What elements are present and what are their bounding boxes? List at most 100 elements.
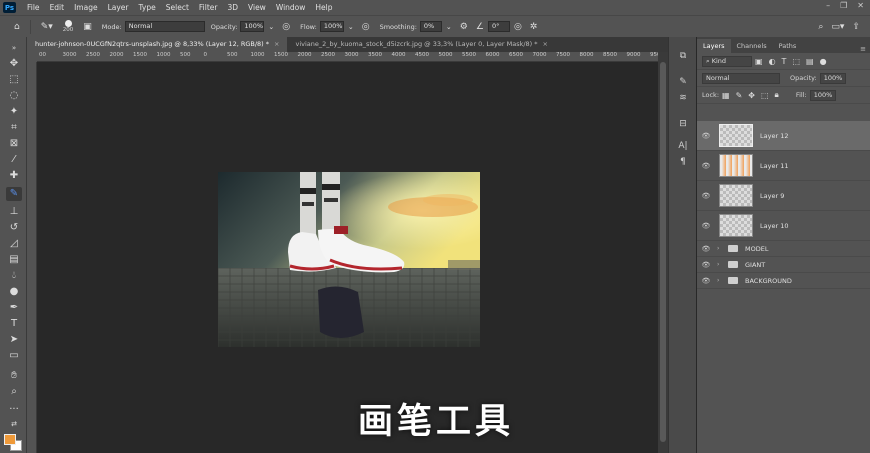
tab-channels[interactable]: Channels <box>731 39 773 53</box>
layer-row-layer-12[interactable]: 👁︎ Layer 12 <box>697 121 870 151</box>
menu-layer[interactable]: Layer <box>103 3 134 12</box>
brush-tool-preset-icon[interactable]: ✎▾ <box>41 22 53 32</box>
menu-select[interactable]: Select <box>161 3 194 12</box>
vertical-scrollbar[interactable] <box>658 52 668 453</box>
dodge-tool-icon[interactable]: ● <box>6 285 22 299</box>
mode-select[interactable]: Normal <box>124 21 205 32</box>
brushes-icon[interactable]: ≋ <box>676 93 690 106</box>
chevron-right-icon[interactable]: › <box>717 245 723 252</box>
smoothing-field[interactable]: 0% <box>419 21 442 32</box>
more-tools-icon[interactable]: ··· <box>6 403 22 417</box>
menu-window[interactable]: Window <box>271 3 311 12</box>
share-icon[interactable]: ⇪ <box>852 22 860 32</box>
symmetry-icon[interactable]: ✲ <box>530 22 538 32</box>
eraser-tool-icon[interactable]: ◿ <box>6 237 22 251</box>
brush-tool-icon[interactable]: ✎ <box>6 187 22 201</box>
blend-mode-select[interactable]: Normal <box>702 72 780 84</box>
dropdown-icon[interactable]: ⌄ <box>348 23 354 31</box>
blur-tool-icon[interactable]: 💧︎ <box>6 269 22 283</box>
swap-colors-icon[interactable]: ⇄ <box>6 417 22 431</box>
tab-hunter-johnson[interactable]: hunter-johnson-0UCGfN2qtrs-unsplash.jpg … <box>27 37 288 52</box>
collapse-icon[interactable]: » <box>6 41 22 55</box>
chevron-right-icon[interactable]: › <box>717 261 723 268</box>
learn-icon[interactable]: ⧉ <box>676 51 690 64</box>
angle-field[interactable]: 0° <box>487 21 510 32</box>
path-select-tool-icon[interactable]: ➤ <box>6 333 22 347</box>
filter-type-icon[interactable]: T <box>782 57 787 66</box>
pressure-size-icon[interactable]: ◎ <box>514 22 522 32</box>
brush-settings-icon[interactable]: ✎ <box>676 77 690 90</box>
lock-pixels-icon[interactable]: ✎ <box>736 91 743 100</box>
gradient-tool-icon[interactable]: ▤ <box>6 253 22 267</box>
type-tool-icon[interactable]: T <box>6 317 22 331</box>
airbrush-icon[interactable]: ◎ <box>362 22 370 32</box>
tab-viviane[interactable]: viviane_2_by_kuoma_stock_d5izcrk.jpg @ 3… <box>287 37 556 52</box>
panel-menu-icon[interactable]: ≡ <box>860 45 866 53</box>
workspace-icon[interactable]: ▭▾ <box>831 22 844 32</box>
menu-edit[interactable]: Edit <box>45 3 70 12</box>
close-icon[interactable]: × <box>274 40 279 48</box>
minimize-icon[interactable]: – <box>826 1 830 10</box>
lock-position-icon[interactable]: ✥ <box>748 91 755 100</box>
lock-transparent-icon[interactable]: ▦ <box>722 91 730 100</box>
frame-tool-icon[interactable]: ⊠ <box>6 137 22 151</box>
filter-adjust-icon[interactable]: ◐ <box>769 57 776 66</box>
menu-help[interactable]: Help <box>310 3 337 12</box>
restore-icon[interactable]: ❐ <box>840 1 847 10</box>
tab-layers[interactable]: Layers <box>697 39 731 53</box>
crop-tool-icon[interactable]: ⌗ <box>6 121 22 135</box>
menu-type[interactable]: Type <box>134 3 161 12</box>
menu-file[interactable]: File <box>22 3 45 12</box>
layer-group-background[interactable]: 👁︎ › BACKGROUND <box>697 273 870 289</box>
layer-group-giant[interactable]: 👁︎ › GIANT <box>697 257 870 273</box>
brush-settings-icon[interactable]: ▣ <box>83 22 92 32</box>
visibility-eye-icon[interactable]: 👁︎ <box>699 245 713 253</box>
filter-pixel-icon[interactable]: ▣ <box>755 57 763 66</box>
filter-kind-select[interactable]: ⌕ Kind <box>702 55 752 67</box>
visibility-eye-icon[interactable]: 👁︎ <box>699 162 713 170</box>
menu-view[interactable]: View <box>243 3 271 12</box>
opacity-field[interactable]: 100% <box>240 21 265 32</box>
brush-size-picker[interactable]: 200 <box>63 20 73 33</box>
healing-brush-tool-icon[interactable]: ✚ <box>6 169 22 183</box>
menu-filter[interactable]: Filter <box>194 3 223 12</box>
flow-field[interactable]: 100% <box>319 21 344 32</box>
pen-tool-icon[interactable]: ✒ <box>6 301 22 315</box>
filter-toggle-icon[interactable]: ● <box>820 57 827 66</box>
dropdown-icon[interactable]: ⌄ <box>446 23 452 31</box>
pressure-opacity-icon[interactable]: ◎ <box>282 22 290 32</box>
filter-smart-icon[interactable]: ▤ <box>806 57 814 66</box>
layer-opacity-field[interactable]: 100% <box>819 72 846 84</box>
lock-all-icon[interactable]: 🔒︎ <box>775 90 779 100</box>
shape-tool-icon[interactable]: ▭ <box>6 349 22 363</box>
lasso-tool-icon[interactable]: ◌ <box>6 89 22 103</box>
scroll-thumb[interactable] <box>660 62 666 442</box>
chevron-right-icon[interactable]: › <box>717 277 723 284</box>
fill-field[interactable]: 100% <box>809 89 836 101</box>
visibility-eye-icon[interactable]: 👁︎ <box>699 222 713 230</box>
gear-icon[interactable]: ⚙ <box>460 22 468 32</box>
properties-icon[interactable]: ⊟ <box>676 119 690 132</box>
zoom-tool-icon[interactable]: ⌕ <box>6 385 22 399</box>
history-brush-tool-icon[interactable]: ↺ <box>6 221 22 235</box>
menu-image[interactable]: Image <box>69 3 103 12</box>
tab-paths[interactable]: Paths <box>773 39 803 53</box>
layer-row-layer-9[interactable]: 👁︎ Layer 9 <box>697 181 870 211</box>
marquee-tool-icon[interactable]: ⬚ <box>6 73 22 87</box>
hand-tool-icon[interactable]: ✋︎ <box>6 369 22 383</box>
eyedropper-tool-icon[interactable]: ⁄ <box>6 153 22 167</box>
visibility-eye-icon[interactable]: 👁︎ <box>699 132 713 140</box>
home-icon[interactable]: ⌂ <box>14 22 20 32</box>
quick-select-tool-icon[interactable]: ✦ <box>6 105 22 119</box>
filter-shape-icon[interactable]: ⬚ <box>792 57 800 66</box>
layer-row-layer-11[interactable]: 👁︎ Layer 11 <box>697 151 870 181</box>
layer-row-layer-10[interactable]: 👁︎ Layer 10 <box>697 211 870 241</box>
close-icon[interactable]: × <box>543 40 548 48</box>
visibility-eye-icon[interactable]: 👁︎ <box>699 192 713 200</box>
menu-3d[interactable]: 3D <box>222 3 243 12</box>
document-image[interactable] <box>218 172 480 347</box>
visibility-eye-icon[interactable]: 👁︎ <box>699 261 713 269</box>
dropdown-icon[interactable]: ⌄ <box>268 23 274 31</box>
search-icon[interactable]: ⌕ <box>818 22 823 32</box>
lock-artboard-icon[interactable]: ⬚ <box>761 91 769 100</box>
